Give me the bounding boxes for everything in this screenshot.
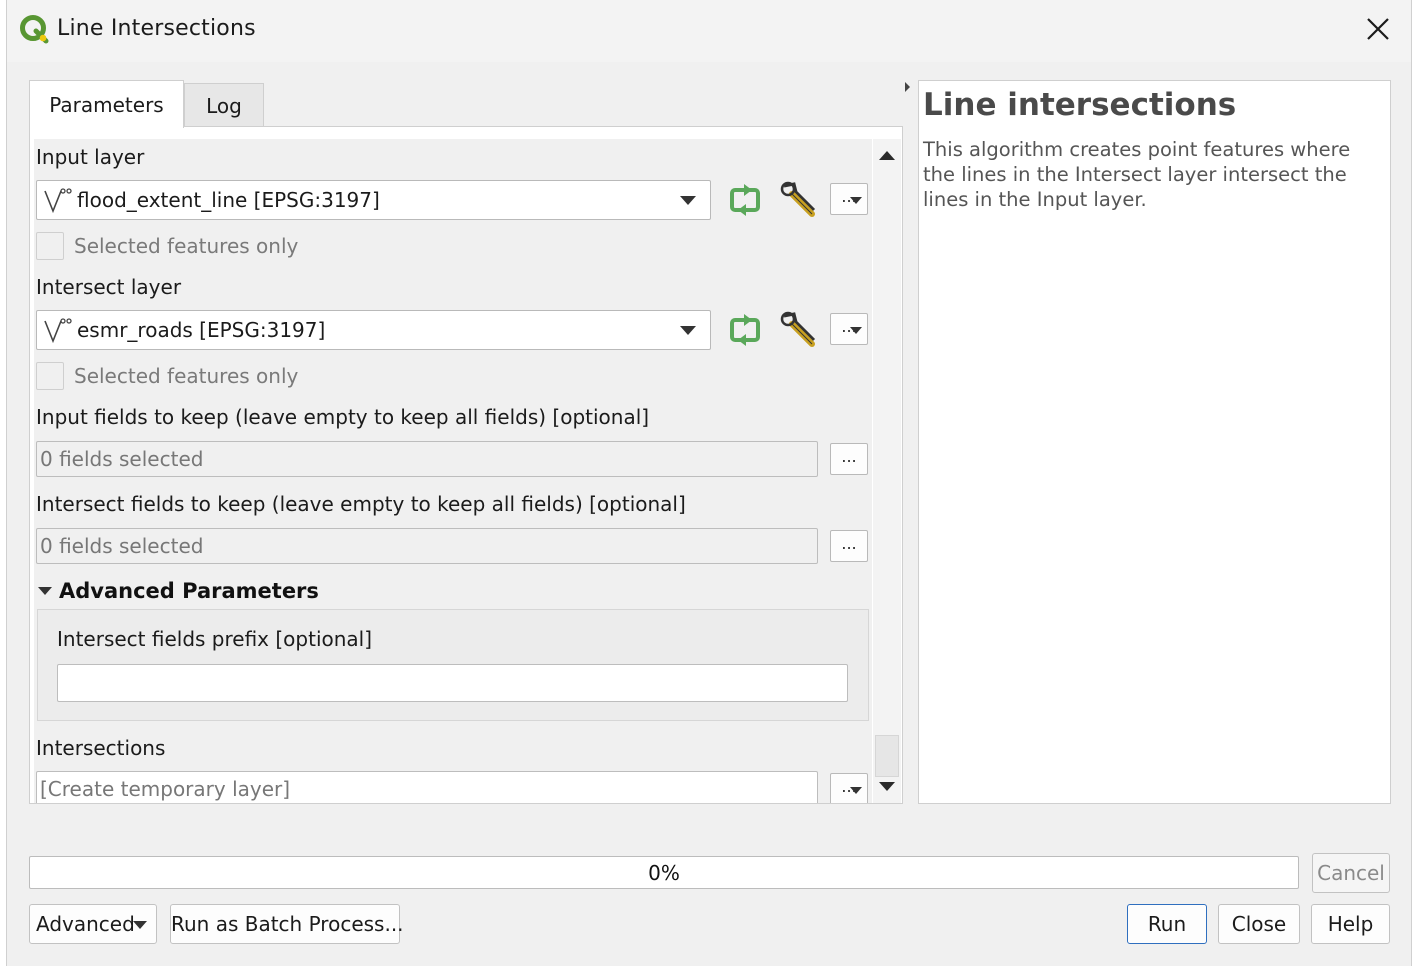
help-description: This algorithm creates point features wh… (923, 138, 1351, 211)
parameters-scroll-area: Input layer flood_extent_line [EPSG:3197… (34, 139, 872, 803)
intersect-selected-only-label: Selected features only (74, 364, 299, 388)
progress-bar: 0% (29, 856, 1299, 889)
input-selected-only-checkbox[interactable] (36, 232, 64, 260)
input-layer-combo[interactable]: flood_extent_line [EPSG:3197] (36, 180, 711, 220)
intersect-layer-value: esmr_roads [EPSG:3197] (77, 318, 326, 342)
run-as-batch-button[interactable]: Run as Batch Process... (170, 904, 404, 944)
intersect-layer-label: Intersect layer (36, 275, 182, 299)
line-layer-icon (44, 318, 72, 344)
chevron-down-icon (850, 197, 862, 204)
chevron-down-icon (680, 326, 696, 335)
input-fields-select-button[interactable]: ... (830, 443, 868, 475)
intersect-layer-more-button[interactable]: ... (830, 313, 868, 345)
advanced-dropdown-button[interactable]: Advanced (29, 904, 157, 944)
collapse-help-icon[interactable] (905, 82, 910, 92)
tab-parameters[interactable]: Parameters (29, 80, 184, 128)
progress-label: 0% (648, 861, 680, 885)
help-title: Line intersections (923, 87, 1237, 123)
wrench-icon[interactable] (778, 310, 822, 350)
input-layer-more-button[interactable]: ... (830, 183, 868, 215)
chevron-down-icon (133, 921, 147, 929)
close-button[interactable]: Close (1218, 904, 1300, 944)
intersect-layer-combo[interactable]: esmr_roads [EPSG:3197] (36, 310, 711, 350)
prefix-input[interactable] (57, 664, 848, 702)
title-bar: Line Intersections (7, 0, 1411, 62)
input-fields-value: 0 fields selected (40, 447, 204, 471)
close-icon[interactable] (1363, 14, 1393, 44)
input-fields-label: Input fields to keep (leave empty to kee… (36, 405, 650, 429)
vertical-scrollbar[interactable] (873, 139, 901, 803)
intersections-output-field[interactable]: [Create temporary layer] (36, 771, 818, 803)
input-layer-value: flood_extent_line [EPSG:3197] (77, 188, 380, 212)
parameters-panel: Input layer flood_extent_line [EPSG:3197… (29, 126, 903, 804)
intersections-more-button[interactable]: ... (830, 773, 868, 803)
intersect-fields-label: Intersect fields to keep (leave empty to… (36, 492, 686, 516)
scroll-down-icon[interactable] (879, 782, 895, 791)
input-layer-label: Input layer (36, 145, 145, 169)
chevron-down-icon (680, 196, 696, 205)
tab-log[interactable]: Log (184, 83, 264, 127)
cancel-button[interactable]: Cancel (1312, 853, 1390, 893)
prefix-label: Intersect fields prefix [optional] (57, 627, 373, 651)
chevron-down-icon (850, 787, 862, 794)
intersect-fields-value: 0 fields selected (40, 534, 204, 558)
intersect-fields-select-button[interactable]: ... (830, 530, 868, 562)
chevron-down-icon (850, 327, 862, 334)
window-title: Line Intersections (57, 16, 256, 41)
line-layer-icon (44, 188, 72, 214)
input-fields-field[interactable]: 0 fields selected (36, 441, 818, 477)
intersections-placeholder: [Create temporary layer] (40, 777, 291, 801)
iterate-refresh-icon[interactable] (724, 310, 768, 350)
help-button[interactable]: Help (1311, 904, 1390, 944)
advanced-parameters-header[interactable]: Advanced Parameters (59, 579, 319, 603)
help-panel: Line intersections This algorithm create… (918, 80, 1391, 804)
intersect-fields-field[interactable]: 0 fields selected (36, 528, 818, 564)
run-button[interactable]: Run (1127, 904, 1207, 944)
input-selected-only-label: Selected features only (74, 234, 299, 258)
qgis-logo-icon (20, 15, 49, 44)
iterate-refresh-icon[interactable] (724, 180, 768, 220)
intersections-label: Intersections (36, 736, 166, 760)
scroll-thumb[interactable] (875, 735, 899, 777)
scroll-up-icon[interactable] (879, 151, 895, 160)
dialog-window: Line Intersections Parameters Log Input … (6, 0, 1412, 966)
advanced-parameters-group: Intersect fields prefix [optional] (37, 609, 869, 721)
collapse-triangle-icon[interactable] (38, 587, 52, 595)
wrench-icon[interactable] (778, 180, 822, 220)
intersect-selected-only-checkbox[interactable] (36, 362, 64, 390)
